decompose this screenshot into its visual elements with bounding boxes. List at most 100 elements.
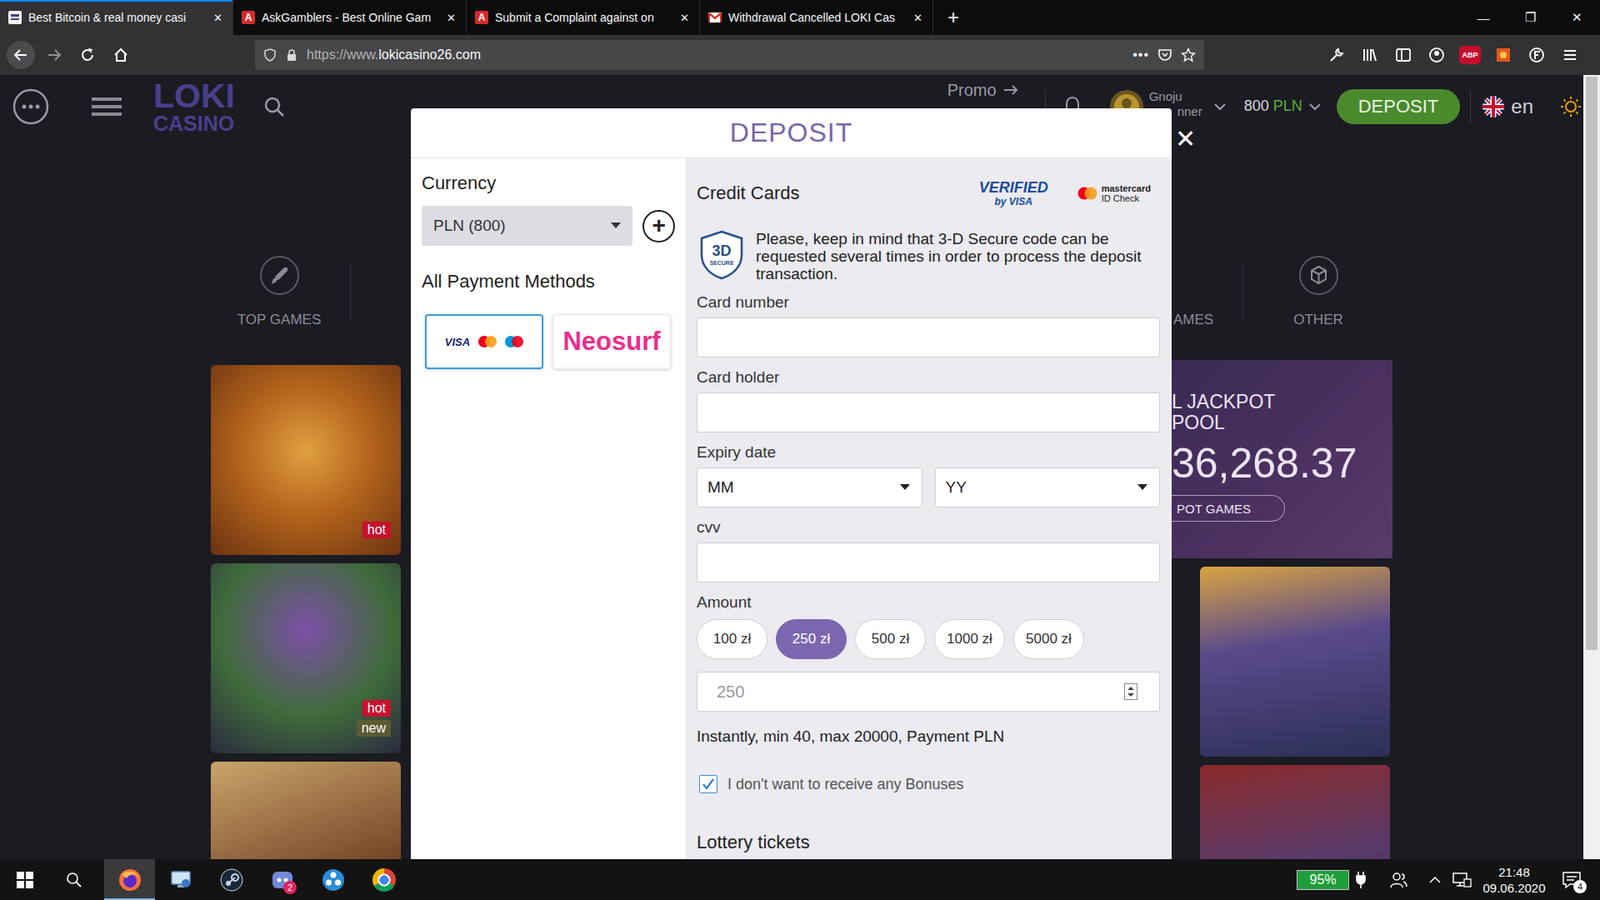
cvv-input[interactable] [696, 542, 1160, 583]
scrollbar-thumb[interactable] [1585, 76, 1598, 650]
chat-icon[interactable] [11, 87, 50, 126]
battery-indicator[interactable]: 95% [1296, 870, 1350, 890]
extension-button[interactable] [1489, 40, 1518, 70]
jackpot-card[interactable]: L JACKPOTPOOL36,268.37POT GAMES [1171, 360, 1393, 559]
category-item[interactable]: OTHER [1247, 255, 1390, 329]
tab-close-button[interactable]: ✕ [209, 11, 226, 25]
sidebar-button[interactable] [1389, 40, 1418, 70]
amount-option[interactable]: 250 zł [775, 619, 847, 660]
adblock-button[interactable]: ABP [1455, 40, 1485, 70]
spinner-icon[interactable] [1124, 683, 1138, 700]
people-icon[interactable] [1389, 870, 1408, 890]
mastercard-id-check-logo: mastercardID Check [1077, 183, 1151, 204]
expiry-year-select[interactable]: YY [935, 467, 1161, 508]
balance[interactable]: 800PLN [1244, 97, 1303, 115]
clock[interactable]: 21:4809.06.2020 [1476, 864, 1552, 896]
chevron-down-icon[interactable] [1309, 102, 1321, 111]
pocket-icon[interactable] [1157, 47, 1173, 63]
search-button[interactable] [50, 859, 99, 900]
add-currency-button[interactable]: + [642, 210, 675, 243]
game-tile[interactable] [210, 761, 401, 860]
page-actions-button[interactable]: ••• [1132, 47, 1150, 63]
tab-label: Withdrawal Cancelled LOKI Cas [728, 10, 903, 25]
start-button[interactable] [0, 859, 50, 900]
amount-option[interactable]: 500 zł [855, 619, 926, 660]
logo-text-block: mastercardID Check [1101, 183, 1151, 204]
window-control-button[interactable]: — [1460, 0, 1507, 35]
card-security-logos: VERIFIEDby VISAmastercardID Check [979, 180, 1151, 208]
category-separator [1242, 262, 1244, 321]
gmail-favicon-icon [708, 10, 722, 25]
page-scrollbar[interactable] [1583, 75, 1600, 860]
url-text[interactable]: https://www.lokicasino26.com [306, 47, 481, 63]
balance-currency: PLN [1273, 97, 1303, 115]
network-icon[interactable] [1451, 871, 1472, 889]
taskbar-app[interactable] [307, 859, 359, 900]
browser-tab[interactable]: ASubmit a Complaint against on✕ [466, 0, 700, 35]
lock-icon[interactable] [285, 48, 299, 62]
game-tile[interactable]: hotnew [210, 563, 401, 754]
currency-select[interactable]: PLN (800) [421, 205, 633, 246]
taskbar-app[interactable] [104, 859, 155, 900]
modal-close-button[interactable]: ✕ [1175, 126, 1196, 152]
library-button[interactable] [1355, 40, 1385, 70]
url-bar[interactable]: https://www.lokicasino26.com ••• [255, 40, 1205, 70]
show-hidden-icons-icon[interactable] [1428, 875, 1442, 885]
new-tab-button[interactable]: + [936, 0, 970, 35]
taskbar-app[interactable] [155, 859, 206, 900]
card-number-input[interactable] [696, 317, 1160, 358]
browser-tab[interactable]: Withdrawal Cancelled LOKI Cas ✕ [700, 0, 934, 35]
amount-option[interactable]: 100 zł [696, 619, 768, 660]
taskbar-app[interactable] [205, 859, 257, 900]
menu-button[interactable] [1555, 40, 1585, 70]
amount-input[interactable]: 250 [696, 671, 1160, 712]
shield-icon[interactable] [263, 48, 277, 62]
home-icon [112, 46, 130, 64]
tools-button[interactable] [1322, 40, 1351, 70]
uk-flag-icon[interactable] [1482, 95, 1505, 118]
promo-link[interactable]: Promo [947, 80, 1019, 100]
payment-method-tile[interactable]: VISA [425, 314, 544, 370]
forward-button[interactable] [40, 40, 69, 70]
sun-icon[interactable] [1560, 95, 1582, 118]
no-bonus-row[interactable]: I don't want to receive any Bonuses [696, 772, 1160, 796]
taskbar-app[interactable]: 2 [256, 859, 308, 900]
reload-button[interactable] [73, 40, 102, 70]
tab-close-button[interactable]: ✕ [675, 11, 693, 25]
game-tile[interactable] [1200, 765, 1390, 860]
jackpot-games-button[interactable]: POT GAMES [1171, 495, 1285, 522]
language-selector[interactable]: en [1510, 95, 1534, 119]
plug-icon[interactable] [1355, 870, 1367, 890]
extension-button[interactable] [1522, 40, 1551, 70]
window-control-button[interactable]: ✕ [1553, 0, 1600, 35]
url-prefix: https://www. [306, 47, 379, 62]
chevron-down-icon[interactable] [1214, 102, 1226, 111]
search-icon[interactable] [263, 95, 285, 118]
card-holder-input[interactable] [696, 392, 1160, 433]
taskbar-app[interactable] [358, 859, 410, 900]
tab-close-button[interactable]: ✕ [442, 11, 460, 25]
browser-tab[interactable]: AAskGamblers - Best Online Gam✕ [233, 0, 467, 35]
amount-option[interactable]: 5000 zł [1013, 619, 1085, 660]
tab-close-button[interactable]: ✕ [909, 11, 926, 25]
logo-word: LOKI [153, 79, 235, 114]
hamburger-icon[interactable] [91, 95, 122, 118]
deposit-button[interactable]: DEPOSIT [1336, 89, 1461, 125]
no-bonus-checkbox[interactable] [699, 775, 718, 794]
back-button[interactable] [6, 40, 35, 70]
browser-tab[interactable]: Best Bitcoin & real money casi✕ [0, 0, 234, 35]
expiry-month-select[interactable]: MM [696, 467, 923, 508]
category-item[interactable]: AMES [1171, 311, 1243, 329]
action-center-button[interactable]: 4 [1551, 859, 1592, 900]
wrench-icon [1328, 46, 1345, 64]
account-button[interactable] [1422, 40, 1451, 70]
category-item[interactable]: TOP GAMES [208, 255, 350, 329]
site-logo[interactable]: LOKICASINO [153, 79, 235, 135]
amount-option[interactable]: 1000 zł [934, 619, 1005, 660]
game-tile[interactable]: hot [210, 365, 401, 555]
window-control-button[interactable]: ❐ [1506, 0, 1554, 35]
bookmark-star-icon[interactable] [1180, 47, 1196, 63]
home-button[interactable] [106, 40, 135, 70]
payment-method-tile[interactable]: Neosurf [552, 314, 671, 370]
game-tile[interactable] [1200, 566, 1390, 757]
